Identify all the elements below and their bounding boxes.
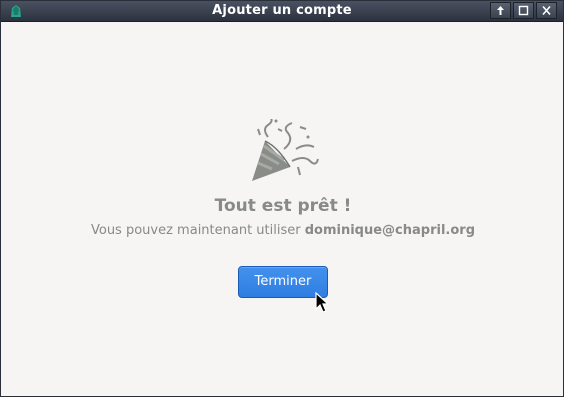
mouse-pointer-icon — [315, 292, 329, 313]
party-popper-icon — [252, 119, 319, 181]
titlebar[interactable]: Ajouter un compte — [1, 1, 563, 22]
dialog-content: Tout est prêt ! Vous pouvez maintenant u… — [2, 22, 564, 397]
dialog-window: Ajouter un compte Tout est prêt ! Vous p… — [0, 0, 564, 397]
maximize-icon[interactable] — [513, 2, 534, 19]
account-ready-message: Vous pouvez maintenant utiliser dominiqu… — [2, 223, 564, 238]
message-prefix: Vous pouvez maintenant utiliser — [90, 223, 305, 238]
window-title: Ajouter un compte — [212, 3, 352, 18]
success-heading: Tout est prêt ! — [214, 196, 352, 216]
close-icon[interactable] — [536, 2, 557, 19]
arrow-up-icon[interactable] — [490, 2, 511, 19]
account-address: dominique@chapril.org — [304, 223, 476, 238]
